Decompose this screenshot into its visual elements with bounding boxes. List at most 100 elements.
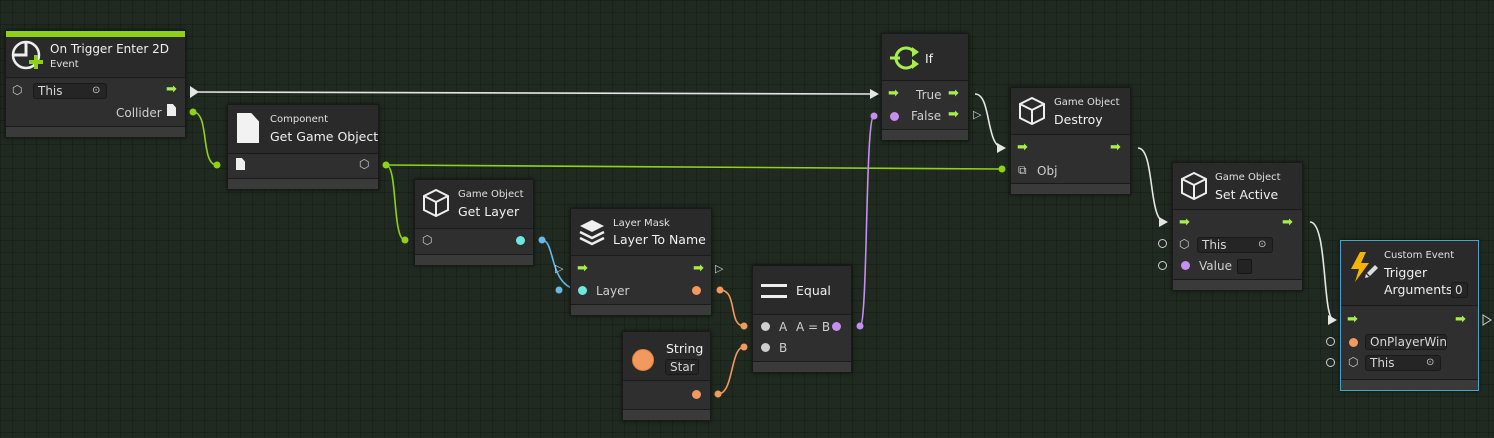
cube-icon <box>1019 96 1045 126</box>
node-title: Set Active <box>1215 187 1279 202</box>
string-wire-a <box>719 289 745 327</box>
flow-out-port[interactable]: ➡ <box>693 262 704 275</box>
a-input-label: A <box>779 320 788 334</box>
node-title: Trigger <box>1384 265 1428 280</box>
false-hollow-port[interactable]: ▷ <box>973 109 981 121</box>
node-footer <box>6 126 185 137</box>
wire-end <box>555 286 563 294</box>
node-footer <box>623 409 710 420</box>
target-picker-icon[interactable]: ⊙ <box>92 85 100 97</box>
node-title: Equal <box>796 283 831 298</box>
flow-in-hollow-port[interactable]: ▷ <box>555 263 563 275</box>
value-input-port[interactable] <box>1181 261 1190 270</box>
layer-to-name-node[interactable]: Layer Mask Layer To Name ➡ ➡ Layer <box>570 208 712 316</box>
wire-end <box>714 390 722 398</box>
trigger-flow-out-arrow <box>190 86 199 98</box>
event-name-input-port[interactable] <box>1349 338 1358 347</box>
document-icon <box>167 104 176 116</box>
flow-in-port[interactable]: ➡ <box>577 262 588 275</box>
obj-input-label: Obj <box>1037 164 1058 178</box>
event-name-field[interactable]: OnPlayerWin <box>1365 334 1447 350</box>
b-input-label: B <box>779 341 788 355</box>
object-wire-collider <box>192 111 218 166</box>
if-node[interactable]: If ➡ True ➡ False ➡ <box>881 33 969 141</box>
value-checkbox[interactable] <box>1237 259 1252 274</box>
node-subtitle: Event <box>50 59 79 70</box>
node-footer <box>753 361 851 372</box>
on-trigger-enter-node[interactable]: On Trigger Enter 2D Event ⬡ This ⊙ ➡ Col… <box>5 30 186 138</box>
layer-input-port[interactable] <box>578 286 587 295</box>
false-out-port[interactable]: ➡ <box>948 108 959 121</box>
node-title: Get Game Object <box>270 129 379 144</box>
object-wire-destroy <box>385 164 1003 170</box>
get-game-object-node[interactable]: Component Get Game Object ⬡ <box>227 104 379 190</box>
equal-node[interactable]: Equal A A = B B <box>752 265 852 373</box>
arguments-count-field[interactable]: 0 <box>1451 282 1468 298</box>
string-value-field[interactable]: Star <box>665 359 699 375</box>
flow-out-hollow-port[interactable]: ▷ <box>715 263 723 275</box>
custom-event-trigger-node[interactable]: Custom Event Trigger Arguments 0 ➡ ➡ OnP… <box>1340 240 1479 391</box>
bool-wire <box>859 115 875 327</box>
flow-wire-trigger-if <box>192 91 877 95</box>
string-literal-node[interactable]: String Star <box>622 331 711 421</box>
flow-wire-destroy-setactive <box>1137 147 1166 223</box>
flow-in-port[interactable]: ➡ <box>1347 313 1358 326</box>
wire-end <box>740 343 748 351</box>
flow-out-port[interactable]: ➡ <box>1282 216 1293 229</box>
target-picker-icon[interactable]: ⊙ <box>1258 239 1266 251</box>
flow-in-port[interactable]: ➡ <box>1179 216 1190 229</box>
target-picker-icon[interactable]: ⊙ <box>1426 357 1434 369</box>
wire-end <box>856 322 864 330</box>
destroy-node[interactable]: Game Object Destroy ➡ ➡ ⧉ Obj <box>1010 87 1131 195</box>
flow-out-port[interactable]: ➡ <box>1455 313 1466 326</box>
true-label: True <box>916 88 942 102</box>
name-output-port[interactable] <box>692 286 701 295</box>
cube-icon <box>423 188 449 218</box>
node-title: Destroy <box>1054 112 1103 127</box>
cube-input-icon: ⬡ <box>422 233 433 247</box>
layer-output-port[interactable] <box>516 236 525 245</box>
wire-arrowhead <box>870 89 879 99</box>
node-footer <box>415 254 533 265</box>
component-input-icon <box>236 158 245 170</box>
flow-in-port[interactable]: ➡ <box>1017 141 1028 154</box>
flow-in-port[interactable]: ➡ <box>888 87 899 100</box>
flow-wire-setactive-trigger <box>1309 221 1335 321</box>
flow-out-port[interactable]: ➡ <box>166 83 177 96</box>
branch-icon <box>890 46 919 70</box>
wire-end <box>538 236 546 244</box>
cube-output-icon: ⬡ <box>359 157 370 171</box>
target-hollow-port[interactable] <box>1326 358 1335 367</box>
collider-output-label: Collider <box>116 106 162 120</box>
get-layer-node[interactable]: Game Object Get Layer ⬡ <box>414 179 534 266</box>
a-input-port[interactable] <box>761 322 770 331</box>
wire-end <box>998 165 1006 173</box>
wire-end <box>213 161 221 169</box>
wire-end <box>382 161 390 169</box>
result-output-port[interactable] <box>832 322 841 331</box>
string-output-port[interactable] <box>692 390 701 399</box>
b-input-port[interactable] <box>761 343 770 352</box>
a-equals-b-label: A = B <box>796 320 831 334</box>
node-subtitle: Game Object <box>1215 172 1281 183</box>
wire-end <box>740 322 748 330</box>
value-hollow-port[interactable] <box>1158 261 1167 270</box>
object-wire-getlayer <box>385 164 406 241</box>
wire-arrowhead <box>997 143 1006 153</box>
node-footer <box>1173 279 1302 290</box>
true-out-port[interactable]: ➡ <box>948 87 959 100</box>
cube-icon: ⬡ <box>12 83 23 97</box>
layers-icon <box>579 220 605 246</box>
wire-end <box>189 108 197 116</box>
event-name-hollow-port[interactable] <box>1326 337 1335 346</box>
cube-icon-small: ⬡ <box>1348 355 1359 369</box>
string-wire-b <box>717 346 745 395</box>
set-active-node[interactable]: Game Object Set Active ➡ ➡ ⬡ This ⊙ Valu… <box>1172 162 1303 291</box>
node-footer <box>882 129 968 140</box>
flow-out-port[interactable]: ➡ <box>1110 141 1121 154</box>
target-hollow-port[interactable] <box>1158 239 1167 248</box>
cube-icon-small: ⬡ <box>1179 237 1190 251</box>
condition-input-port[interactable] <box>890 112 899 121</box>
node-subtitle: Game Object <box>458 189 524 200</box>
node-title: Layer To Name <box>613 232 706 247</box>
